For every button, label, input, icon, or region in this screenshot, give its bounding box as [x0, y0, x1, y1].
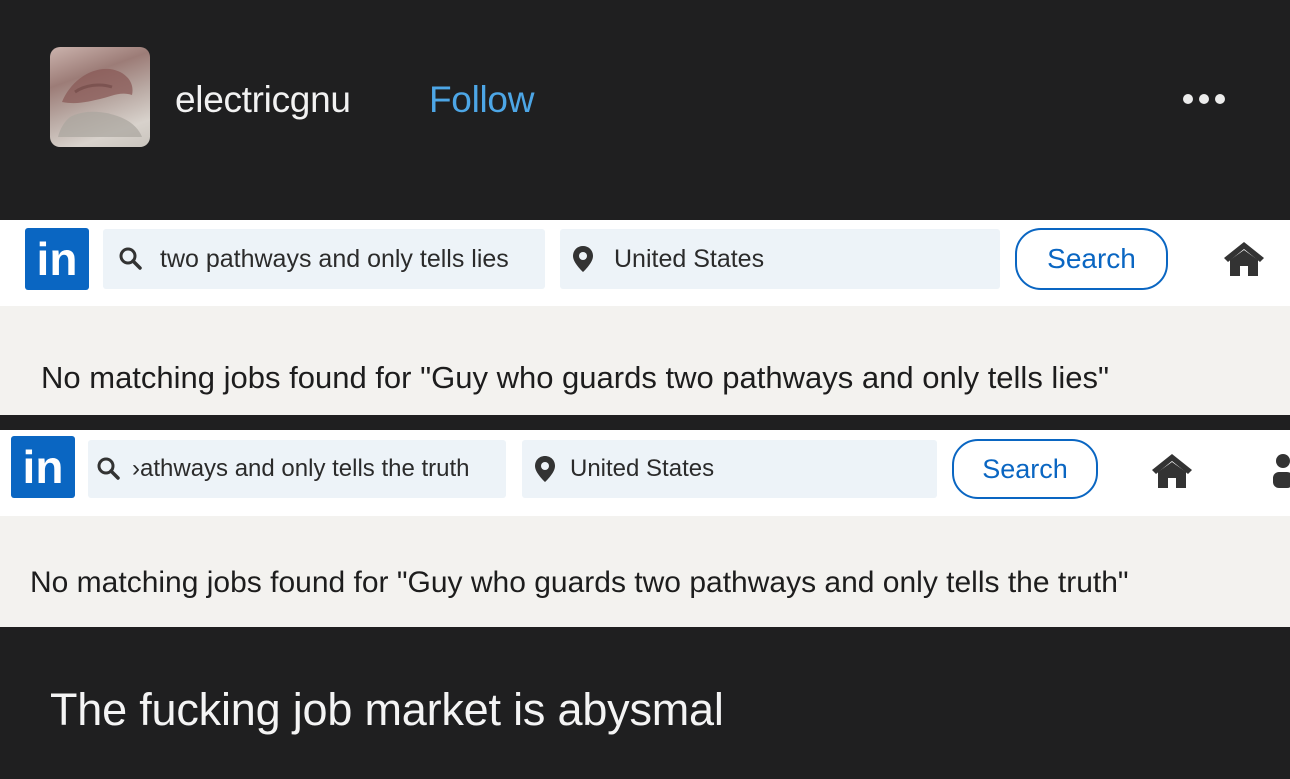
home-icon[interactable] [1150, 452, 1194, 490]
ellipsis-icon[interactable] [1183, 88, 1243, 110]
home-icon[interactable] [1222, 240, 1266, 278]
linkedin-top-bar: in two pathways and only tells lies Unit… [0, 220, 1290, 306]
post-header: electricgnu Follow [0, 0, 1290, 200]
location-value: United States [614, 244, 765, 273]
search-button[interactable]: Search [952, 439, 1098, 499]
search-input[interactable]: two pathways and only tells lies [103, 229, 545, 289]
linkedin-screenshot-2: in ›athways and only tells the truth Uni… [0, 430, 1290, 627]
location-input[interactable]: United States [522, 440, 937, 498]
search-button[interactable]: Search [1015, 228, 1168, 290]
search-results-panel: No matching jobs found for "Guy who guar… [0, 516, 1290, 627]
search-input[interactable]: ›athways and only tells the truth [88, 440, 506, 498]
no-results-message: No matching jobs found for "Guy who guar… [41, 360, 1109, 395]
linkedin-screenshot-1: in two pathways and only tells lies Unit… [0, 220, 1290, 415]
username[interactable]: electricgnu [175, 78, 351, 122]
search-query: two pathways and only tells lies [160, 244, 509, 273]
location-pin-icon [535, 456, 555, 482]
post-caption: The fucking job market is abysmal [50, 684, 724, 735]
profile-icon[interactable] [1268, 452, 1290, 492]
linkedin-logo-icon[interactable]: in [11, 436, 75, 498]
search-icon [119, 247, 142, 270]
linkedin-logo-icon[interactable]: in [25, 228, 89, 290]
location-input[interactable]: United States [560, 229, 1000, 289]
search-query: ›athways and only tells the truth [132, 455, 470, 482]
linkedin-top-bar: in ›athways and only tells the truth Uni… [0, 430, 1290, 516]
location-pin-icon [573, 246, 593, 272]
location-value: United States [570, 455, 715, 482]
search-icon [97, 457, 120, 480]
search-results-panel: No matching jobs found for "Guy who guar… [0, 306, 1290, 415]
no-results-message: No matching jobs found for "Guy who guar… [30, 566, 1129, 599]
follow-button[interactable]: Follow [429, 78, 534, 122]
avatar[interactable] [50, 47, 150, 147]
